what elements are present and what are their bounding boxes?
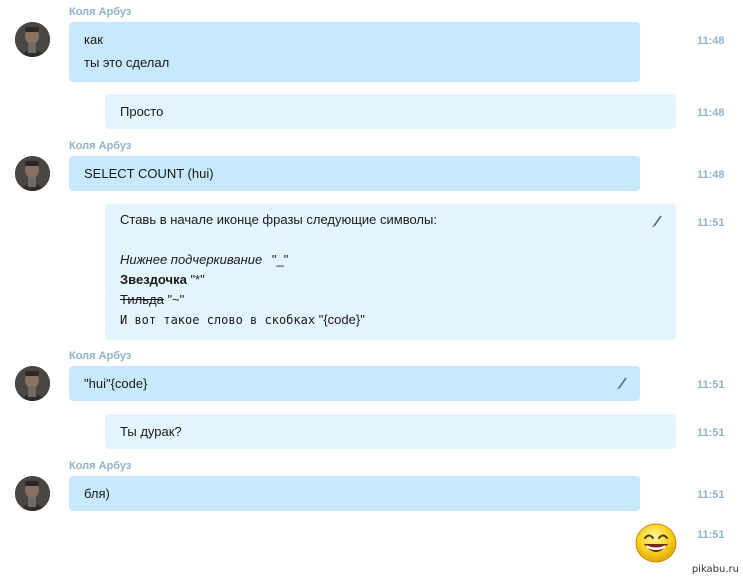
sender-name[interactable]: Коля Арбуз xyxy=(69,140,131,152)
sender-name[interactable]: Коля Арбуз xyxy=(69,6,131,18)
message-text: "hui"{code} xyxy=(84,376,148,391)
formatting-line-strike: Тильда "~" xyxy=(120,290,661,310)
message-timestamp: 11:51 xyxy=(697,217,725,229)
sender-name[interactable]: Коля Арбуз xyxy=(69,460,131,472)
sender-name[interactable]: Коля Арбуз xyxy=(69,350,131,362)
formatting-line-bold: Звездочка "*" xyxy=(120,270,661,290)
pencil-icon[interactable] xyxy=(651,214,663,228)
avatar[interactable] xyxy=(15,22,50,57)
message-text: Ты дурак? xyxy=(120,424,182,439)
pencil-icon[interactable] xyxy=(616,376,628,390)
message-bubble-outgoing[interactable]: Ты дурак? xyxy=(105,414,676,449)
message-text: SELECT COUNT (hui) xyxy=(84,166,214,181)
message-timestamp: 11:51 xyxy=(697,427,725,439)
message-bubble-outgoing[interactable]: Просто xyxy=(105,94,676,129)
message-text: Ставь в начале иконце фразы следующие си… xyxy=(120,212,437,227)
message-timestamp: 11:51 xyxy=(697,489,725,501)
avatar[interactable] xyxy=(15,476,50,511)
laughing-emoticon-icon[interactable] xyxy=(635,523,677,563)
message-bubble-outgoing[interactable]: Ставь в начале иконце фразы следующие си… xyxy=(105,204,676,340)
formatting-line-code: И вот такое слово в скобках "{code}" xyxy=(120,310,661,330)
message-bubble-incoming[interactable]: SELECT COUNT (hui) xyxy=(69,156,640,191)
message-bubble-incoming[interactable]: бля) xyxy=(69,476,640,511)
message-timestamp: 11:48 xyxy=(697,107,725,119)
message-text: ты это сделал xyxy=(84,55,170,70)
avatar[interactable] xyxy=(15,156,50,191)
message-text: бля) xyxy=(84,486,110,501)
message-timestamp: 11:51 xyxy=(697,529,725,541)
strike-symbol: "~" xyxy=(167,292,185,307)
formatting-line-italic: Нижнее подчеркивание "_" xyxy=(120,250,661,270)
message-timestamp: 11:48 xyxy=(697,169,725,181)
code-symbol: "{code}" xyxy=(318,312,365,327)
message-bubble-incoming[interactable]: как ты это сделал xyxy=(69,22,640,82)
bold-symbol: "*" xyxy=(190,272,205,287)
message-text: Просто xyxy=(120,104,164,119)
message-text: как xyxy=(84,32,103,47)
code-text: И вот такое слово в скобках xyxy=(120,313,316,327)
message-timestamp: 11:48 xyxy=(697,35,725,47)
watermark: pikabu.ru xyxy=(691,564,739,575)
message-timestamp: 11:51 xyxy=(697,379,725,391)
avatar[interactable] xyxy=(15,366,50,401)
bold-label: Звездочка xyxy=(120,272,187,287)
strike-label: Тильда xyxy=(120,292,164,307)
italic-label: Нижнее подчеркивание xyxy=(120,252,263,267)
message-bubble-incoming[interactable]: "hui"{code} xyxy=(69,366,640,401)
italic-symbol: "_" xyxy=(271,252,289,267)
